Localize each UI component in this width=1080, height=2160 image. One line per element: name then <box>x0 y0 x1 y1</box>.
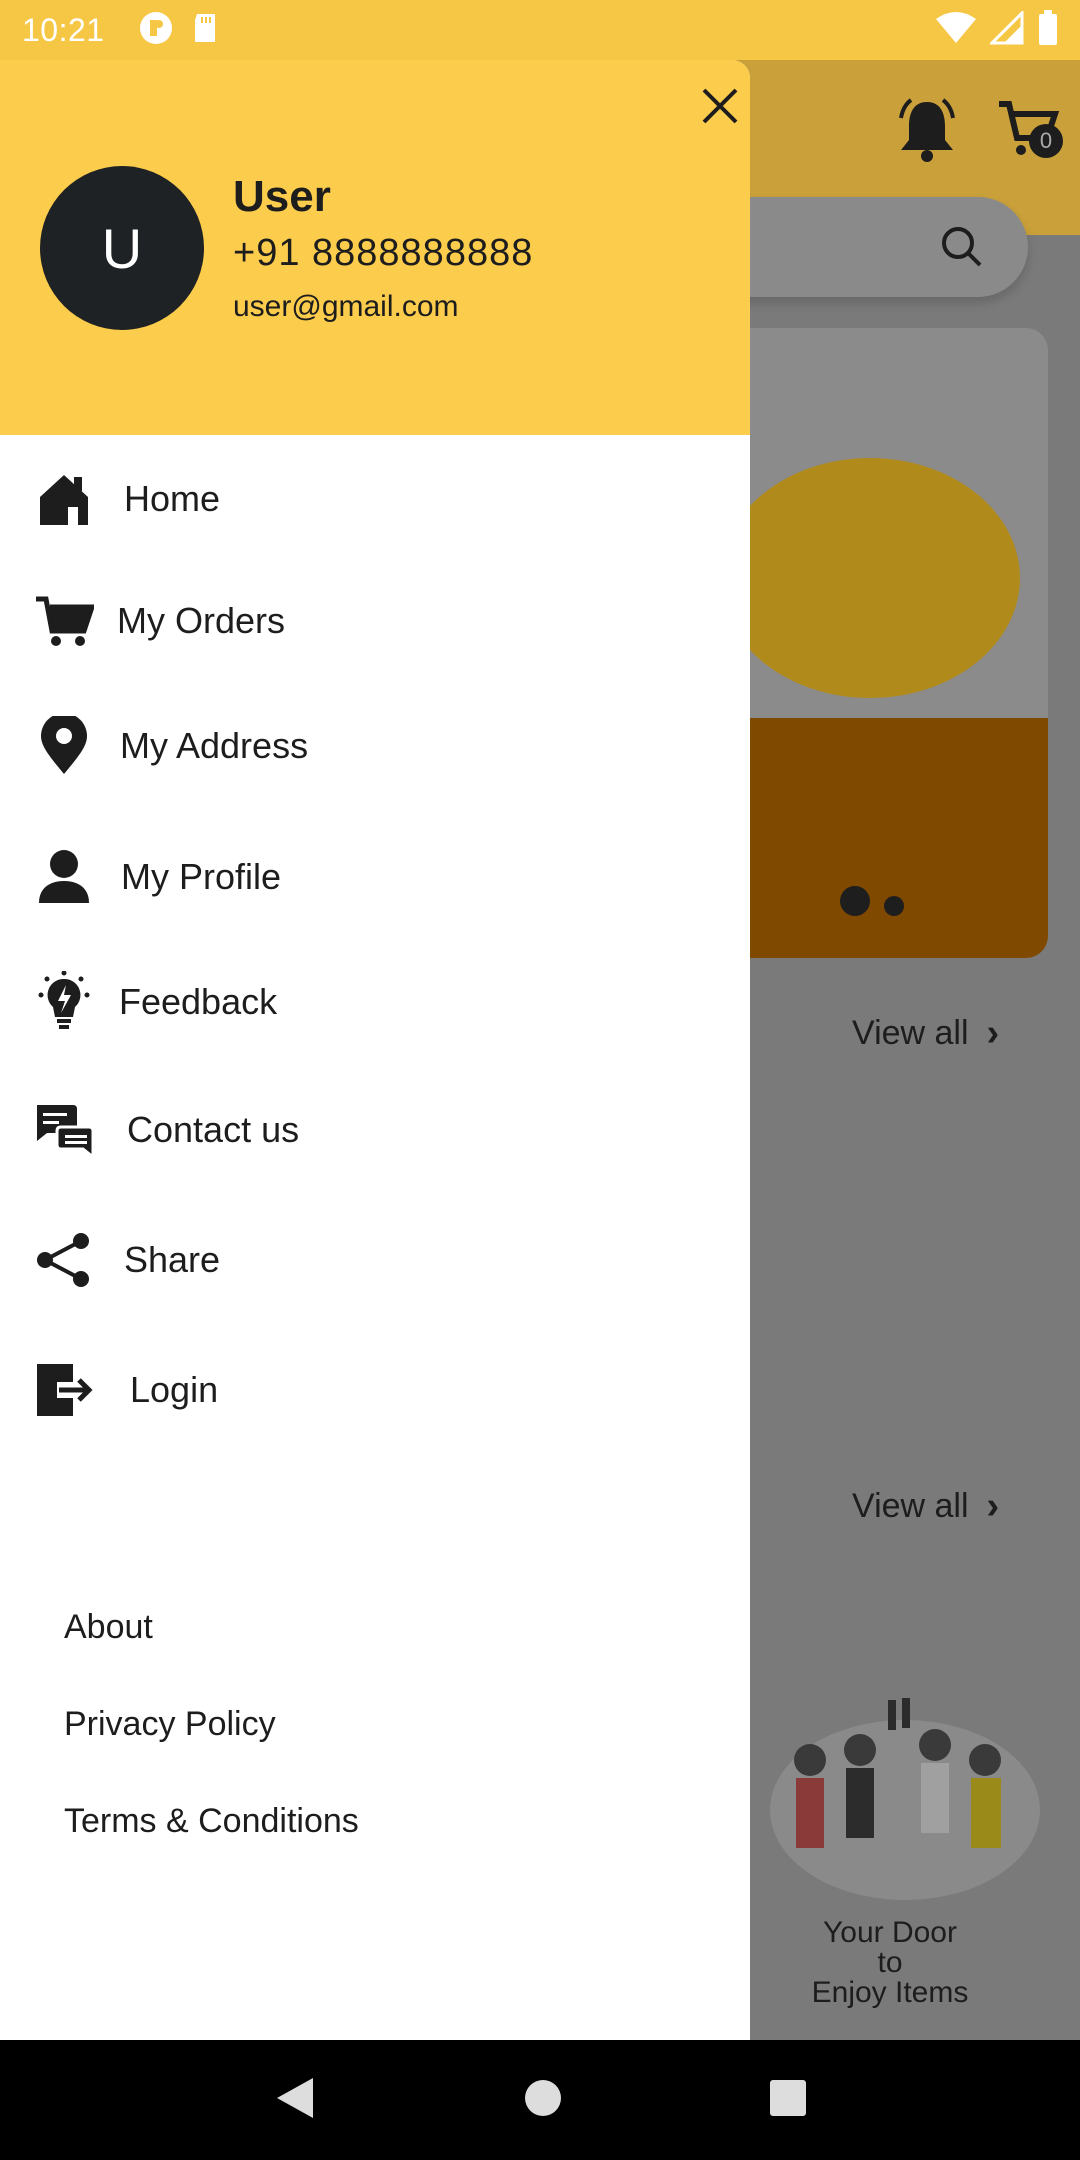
menu-item-home[interactable]: Home <box>0 449 750 549</box>
share-icon <box>30 1226 98 1294</box>
person-icon <box>30 843 98 911</box>
lightbulb-icon <box>30 968 98 1036</box>
sd-card-icon <box>191 12 219 49</box>
login-icon <box>30 1356 98 1424</box>
mango-image <box>720 458 1020 698</box>
chat-icon <box>30 1096 98 1164</box>
menu-label: Contact us <box>127 1109 300 1150</box>
chevron-right-icon: › <box>986 1012 1000 1054</box>
status-bar: 10:21 <box>0 0 1080 60</box>
user-phone: +91 8888888888 <box>233 232 534 274</box>
view-all-link[interactable]: View all › <box>852 1485 999 1528</box>
menu-item-my-orders[interactable]: My Orders <box>0 571 750 671</box>
back-icon[interactable] <box>273 2074 317 2127</box>
view-all-label: View all <box>852 1487 969 1525</box>
menu-label: Login <box>130 1369 219 1410</box>
menu-label: My Address <box>120 725 309 766</box>
home-icon <box>30 465 98 533</box>
close-button[interactable] <box>696 82 744 130</box>
carousel-dot <box>884 896 904 916</box>
home-nav-icon[interactable] <box>523 2078 563 2123</box>
menu-item-contact-us[interactable]: Contact us <box>0 1080 750 1180</box>
user-name: User <box>233 172 331 221</box>
close-icon <box>702 88 738 124</box>
menu-label: Feedback <box>119 981 278 1022</box>
menu-item-share[interactable]: Share <box>0 1210 750 1310</box>
menu-label: Home <box>124 478 221 519</box>
promo-tagline: Your Door to Enjoy Items <box>811 1916 969 2009</box>
system-nav-bar <box>0 2040 1080 2160</box>
search-icon[interactable] <box>940 225 984 274</box>
banner-carousel[interactable] <box>700 328 1048 958</box>
menu-item-feedback[interactable]: Feedback <box>0 952 750 1052</box>
menu-item-my-profile[interactable]: My Profile <box>0 827 750 927</box>
avatar: U <box>40 166 204 330</box>
about-link[interactable]: About <box>64 1608 153 1647</box>
terms-conditions-link[interactable]: Terms & Conditions <box>64 1802 359 1841</box>
carousel-dot <box>840 886 870 916</box>
menu-label: Share <box>124 1239 221 1280</box>
user-email: user@gmail.com <box>233 290 459 323</box>
chevron-right-icon: › <box>986 1485 1000 1527</box>
menu-label: My Profile <box>121 856 282 897</box>
cell-signal-icon <box>988 8 1024 50</box>
cart-icon <box>30 587 98 655</box>
cart-count-badge: 0 <box>1029 124 1063 158</box>
cart-icon[interactable]: 0 <box>995 96 1063 171</box>
location-pin-icon <box>30 712 98 780</box>
notification-bell-icon[interactable] <box>895 96 959 171</box>
view-all-link[interactable]: View all › <box>852 1012 999 1055</box>
celebration-illustration <box>760 1690 1050 1940</box>
privacy-policy-link[interactable]: Privacy Policy <box>64 1705 276 1744</box>
notification-app-icon <box>139 11 173 50</box>
menu-item-login[interactable]: Login <box>0 1340 750 1440</box>
view-all-label: View all <box>852 1014 969 1052</box>
navigation-drawer: U User +91 8888888888 user@gmail.com Hom… <box>0 60 750 2040</box>
status-time: 10:21 <box>22 11 105 48</box>
drawer-header: U User +91 8888888888 user@gmail.com <box>0 60 750 435</box>
recents-icon[interactable] <box>769 2079 807 2122</box>
menu-label: My Orders <box>117 600 286 641</box>
wifi-icon <box>936 11 976 50</box>
battery-icon <box>1038 9 1058 51</box>
carousel-dots <box>840 886 904 916</box>
menu-item-my-address[interactable]: My Address <box>0 696 750 796</box>
